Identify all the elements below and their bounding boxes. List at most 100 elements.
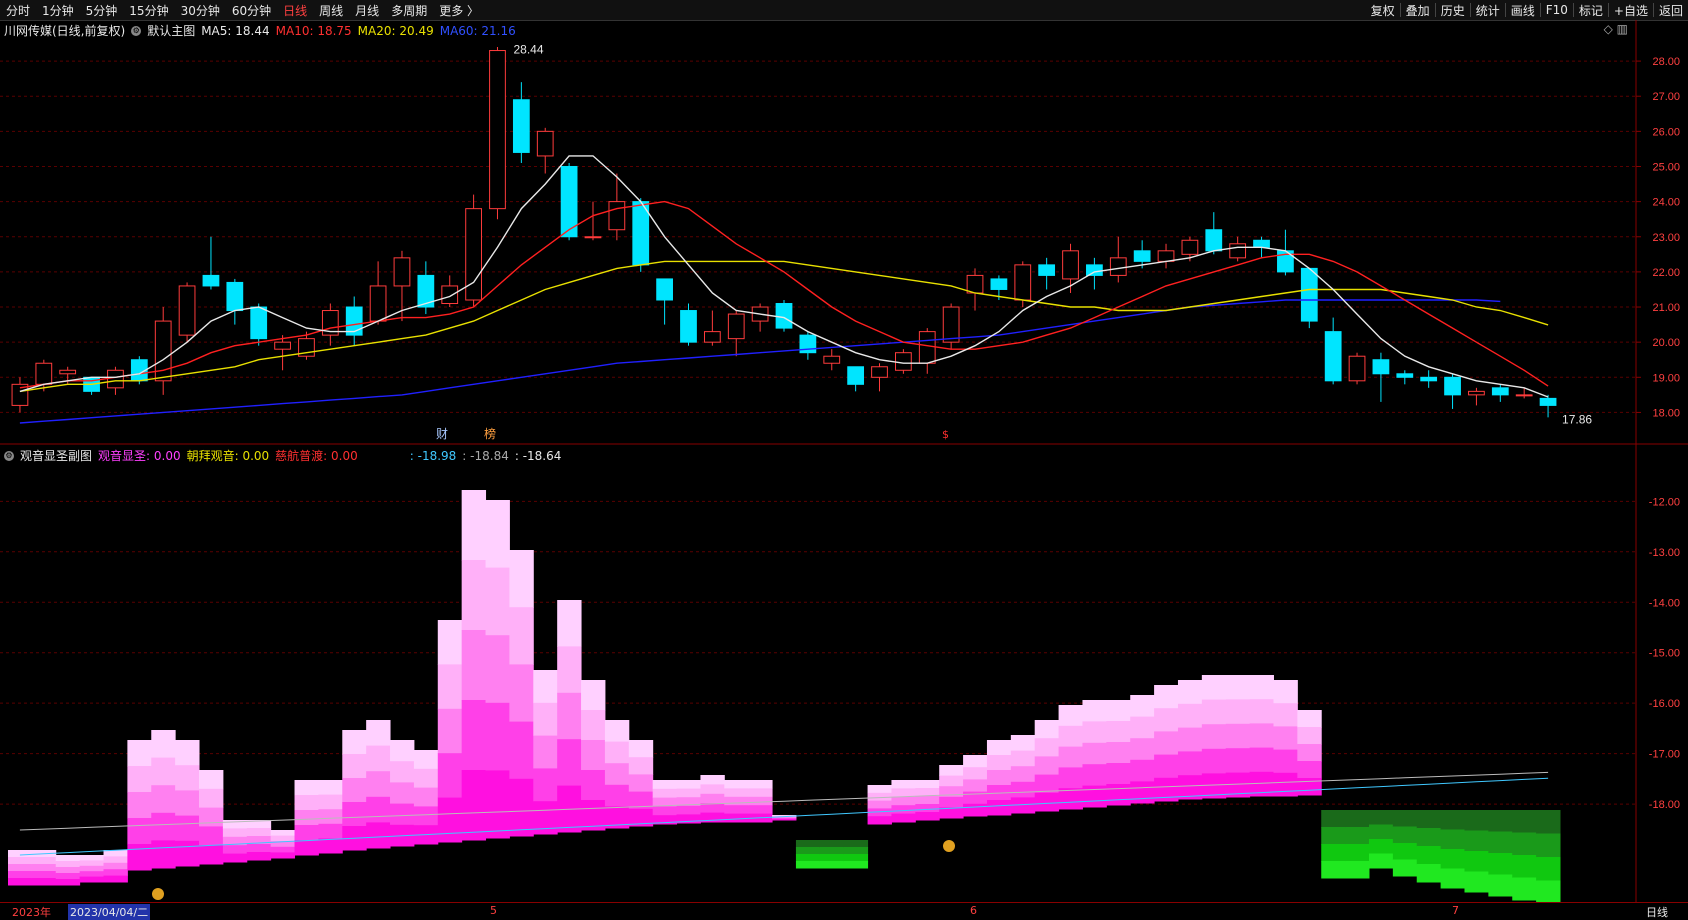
sub-bar-pink	[1130, 738, 1155, 761]
sub-bar-pink	[103, 856, 128, 864]
sub-bar-pink	[1273, 703, 1298, 727]
toolbar-button-3[interactable]: 统计	[1471, 2, 1505, 19]
candle-body	[226, 281, 244, 312]
sub-bar-pink	[1106, 763, 1131, 785]
sub-bar-pink	[437, 753, 463, 799]
candle-body	[154, 320, 172, 382]
settings-icon[interactable]: ⚙	[4, 450, 14, 461]
sub-bar-green	[1464, 851, 1489, 872]
period-tab-10[interactable]: 更多 〉	[433, 2, 485, 19]
sub-bar-pink	[557, 692, 582, 740]
sub-bar-pink	[676, 780, 701, 790]
sub-bar-pink	[127, 740, 152, 767]
candle-body	[1181, 239, 1199, 255]
sub-bar-pink	[581, 680, 606, 711]
period-tab-0[interactable]: 分时	[0, 2, 36, 19]
sub-bar-pink	[509, 721, 534, 780]
toolbar-button-5[interactable]: F10	[1541, 3, 1573, 17]
sub-bar-pink	[175, 765, 200, 791]
sub-bar-pink	[1082, 764, 1107, 787]
sub-bar-pink	[55, 879, 81, 886]
sub-bar-pink	[485, 567, 510, 636]
sub-bar-pink	[915, 804, 940, 813]
sub-bar-pink	[748, 780, 773, 789]
sub-bar-pink	[604, 720, 630, 743]
sub-bar-pink	[318, 823, 343, 839]
toolbar-button-6[interactable]: 标记	[1574, 2, 1608, 19]
candle-body	[1300, 267, 1318, 322]
sub-bar-pink	[628, 774, 654, 793]
toolbar-button-7[interactable]: +自选	[1609, 2, 1653, 19]
period-tab-8[interactable]: 月线	[349, 2, 385, 19]
sub-bar-pink	[151, 757, 176, 786]
period-tab-3[interactable]: 15分钟	[123, 2, 174, 19]
sub-bar-pink	[1297, 744, 1322, 762]
sub-bar-pink	[748, 788, 773, 798]
sub-bar-pink	[390, 740, 415, 762]
period-tab-1[interactable]: 1分钟	[36, 2, 80, 19]
sub-bar-pink	[127, 818, 152, 845]
period-tab-7[interactable]: 周线	[313, 2, 349, 19]
sub-bar-pink	[652, 806, 678, 816]
sub-bar-pink	[1201, 675, 1227, 701]
toolbar-button-0[interactable]: 复权	[1366, 2, 1400, 19]
ma10-value: MA10: 18.75	[275, 23, 352, 38]
sub-bar-pink	[461, 700, 487, 771]
main-chart-header: 川网传媒(日线,前复权) ⚙ 默认主图 MA5: 18.44 MA10: 18.…	[4, 22, 516, 39]
toolbar-button-4[interactable]: 画线	[1506, 2, 1540, 19]
sub-bar-pink	[700, 793, 725, 804]
period-tab-5[interactable]: 60分钟	[226, 2, 277, 19]
sub-value-5: : -18.84	[462, 448, 509, 463]
price-tick-label: 26.00	[1652, 126, 1680, 138]
sub-bar-green	[819, 861, 845, 869]
sub-bar-pink	[294, 840, 319, 856]
candle-body	[703, 331, 721, 343]
settings-icon[interactable]: ⚙	[131, 25, 142, 36]
sub-bar-pink	[724, 788, 749, 798]
toolbar-button-2[interactable]: 历史	[1436, 2, 1470, 19]
candle-body	[489, 50, 506, 210]
sub-bar-pink	[461, 560, 487, 631]
sub-bar-pink	[246, 852, 272, 861]
stock-title[interactable]: 川网传媒(日线,前复权)	[4, 22, 125, 39]
sub-tick-label: -17.00	[1649, 749, 1680, 761]
sub-bar-pink	[867, 800, 892, 809]
sub-bar-pink	[55, 855, 81, 862]
sub-value-2: 朝拜观音: 0.00	[186, 449, 270, 463]
chart-corner-icons[interactable]: ◇ ▥	[1604, 22, 1628, 36]
candle-body	[202, 274, 220, 287]
period-tab-9[interactable]: 多周期	[385, 2, 433, 19]
sub-value-4: : -18.98	[409, 448, 457, 463]
candle-body	[1109, 257, 1127, 276]
sub-bar-pink	[581, 740, 606, 771]
sub-bar-pink	[485, 635, 510, 704]
sub-bar-green	[843, 861, 869, 869]
sub-bar-green	[1345, 827, 1370, 845]
candle-body	[35, 362, 53, 385]
candle-body	[918, 331, 936, 364]
toolbar-button-8[interactable]: 返回	[1654, 2, 1688, 19]
sub-bar-pink	[1154, 731, 1179, 756]
candle-body	[107, 369, 124, 389]
toolbar-button-1[interactable]: 叠加	[1401, 2, 1435, 19]
period-tab-2[interactable]: 5分钟	[80, 2, 124, 19]
sub-bar-pink	[1201, 699, 1227, 725]
period-tab-6[interactable]: 日线	[277, 2, 313, 19]
sub-bar-pink	[1010, 735, 1036, 752]
high-price-label: 28.44	[513, 43, 543, 57]
sub-bar-pink	[1106, 700, 1131, 722]
candle-body	[942, 306, 960, 343]
period-tab-4[interactable]: 30分钟	[175, 2, 226, 19]
candle-body	[990, 278, 1008, 290]
ma10-line	[19, 200, 1549, 389]
sub-tick-label: -13.00	[1649, 547, 1680, 559]
main-chart-name[interactable]: 默认主图	[147, 22, 195, 39]
sub-bar-pink	[628, 757, 654, 775]
sub-bar-pink	[366, 771, 391, 798]
sub-bar-pink	[485, 702, 510, 771]
sub-bar-pink	[533, 735, 558, 769]
sub-bar-green	[1440, 810, 1465, 830]
sub-bar-green	[1321, 827, 1346, 845]
sub-bar-pink	[222, 828, 248, 838]
sub-chart-name[interactable]: 观音显圣副图	[20, 447, 92, 464]
